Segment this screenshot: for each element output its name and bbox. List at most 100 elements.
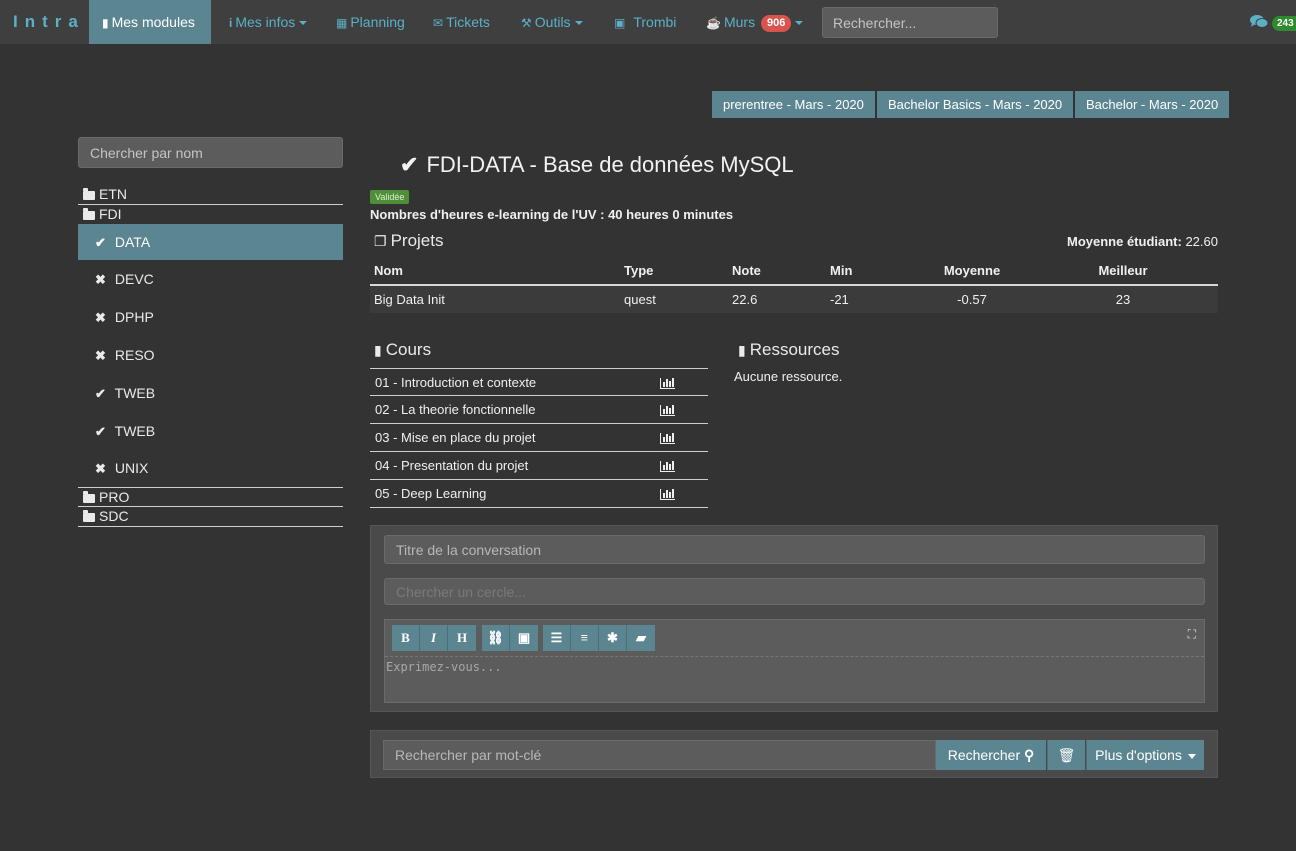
code-button[interactable]: ✱ — [599, 625, 627, 651]
caret-down-icon — [299, 21, 308, 26]
more-options-button[interactable]: Plus d'options — [1086, 740, 1204, 770]
folder-etn[interactable]: ETN — [78, 185, 343, 205]
conversation-title-input[interactable] — [384, 535, 1205, 564]
top-navbar: Intra ▮ Mes modules i Mes infos ▦ Planning … — [0, 0, 1296, 44]
nav-item-mes-infos[interactable]: i Mes infos — [229, 0, 308, 44]
link-button[interactable]: ⛓ — [482, 625, 510, 651]
module-item-tweb[interactable]: ✔ TWEB — [78, 375, 343, 411]
trash-icon: 🗑 — [1057, 747, 1076, 763]
folder-fdi[interactable]: FDI — [78, 205, 343, 225]
module-item-reso[interactable]: ✖ RESO — [78, 337, 343, 373]
caret-down-icon — [795, 21, 804, 26]
semester-button-bachelor[interactable]: Bachelor - Mars - 2020 — [1075, 91, 1230, 118]
cours-list: 01 - Introduction et contexte 02 - La th… — [370, 368, 708, 508]
nav-item-trombi[interactable]: ▣ Trombi — [614, 0, 676, 44]
bar-chart-icon[interactable] — [660, 378, 675, 389]
list-item[interactable]: 01 - Introduction et contexte — [370, 368, 708, 396]
folder-sdc[interactable]: SDC — [78, 507, 343, 527]
folder-pro[interactable]: PRO — [78, 487, 343, 507]
search-icon: ⚲ — [1024, 747, 1035, 763]
project-name[interactable]: Big Data Init — [370, 285, 620, 313]
bug-icon: ✱ — [607, 630, 618, 645]
module-item-data[interactable]: ✔ DATA — [78, 224, 343, 260]
folder-icon — [83, 188, 95, 200]
module-item-dphp[interactable]: ✖ DPHP — [78, 299, 343, 335]
project-moyenne: -0.57 — [916, 285, 1028, 313]
column-header-meilleur[interactable]: Meilleur — [1028, 257, 1218, 286]
italic-button[interactable]: I — [420, 625, 448, 651]
cross-icon: ✖ — [95, 461, 106, 476]
column-header-moyenne[interactable]: Moyenne — [916, 257, 1028, 286]
cross-icon: ✖ — [95, 310, 106, 325]
column-header-nom[interactable]: Nom — [370, 257, 620, 286]
projects-table: Nom Type Note Min Moyenne Meilleur Big D… — [370, 257, 1218, 313]
semester-button-bachelor-basics[interactable]: Bachelor Basics - Mars - 2020 — [877, 91, 1074, 118]
list-item[interactable]: 04 - Presentation du projet — [370, 452, 708, 480]
project-note: 22.6 — [728, 285, 826, 313]
global-search-input[interactable] — [822, 7, 998, 38]
chat-count-badge: 243 — [1272, 16, 1296, 31]
bar-chart-icon[interactable] — [660, 489, 675, 500]
check-icon: ✔ — [95, 386, 106, 401]
keyword-search-input[interactable] — [383, 740, 936, 770]
cross-icon: ✖ — [95, 272, 106, 287]
message-textarea[interactable]: Exprimez-vous... — [385, 656, 1204, 702]
unordered-list-icon: ≡ — [580, 630, 589, 645]
book-icon: ▮ — [738, 342, 746, 358]
quote-button[interactable]: ▰ — [627, 625, 655, 651]
nav-item-tickets[interactable]: ✉ Tickets — [433, 0, 490, 44]
list-item[interactable]: 05 - Deep Learning — [370, 480, 708, 508]
folder-icon — [83, 491, 95, 503]
project-meilleur: 23 — [1028, 285, 1218, 313]
module-search-input[interactable] — [78, 137, 343, 168]
nav-item-outils[interactable]: ⚒ Outils — [521, 0, 583, 44]
bold-button[interactable]: B — [392, 625, 420, 651]
list-item[interactable]: 03 - Mise en place du projet — [370, 424, 708, 452]
nav-item-mes-modules[interactable]: ▮ Mes modules — [89, 0, 211, 44]
brand-logo[interactable]: Intra — [13, 12, 85, 32]
column-header-note[interactable]: Note — [728, 257, 826, 286]
check-icon: ✔ — [95, 235, 106, 250]
bar-chart-icon[interactable] — [660, 433, 675, 444]
envelope-icon: ✉ — [433, 16, 444, 30]
status-badge: Validée — [370, 190, 410, 204]
bar-chart-icon[interactable] — [660, 461, 675, 472]
conversation-panel: B I H ⛓ ▣ ☰ ≡ ✱ ▰ ⛶ Exprimez-vous... — [370, 525, 1218, 712]
chat-icon[interactable] — [1250, 14, 1269, 32]
format-toolbar-blocks: ☰ ≡ ✱ ▰ — [543, 625, 655, 651]
image-icon: ▣ — [517, 630, 531, 645]
folder-icon — [83, 510, 95, 522]
fullscreen-icon[interactable]: ⛶ — [1188, 627, 1196, 642]
ressources-empty-text: Aucune ressource. — [734, 369, 843, 384]
files-icon: ❐ — [374, 233, 387, 249]
nav-item-murs[interactable]: ☕ Murs 906 — [706, 0, 804, 44]
circle-search-input[interactable] — [384, 578, 1205, 605]
student-average: Moyenne étudiant: 22.60 — [1066, 234, 1218, 249]
bar-chart-icon[interactable] — [660, 405, 675, 416]
heading-button[interactable]: H — [448, 625, 476, 651]
column-header-min[interactable]: Min — [826, 257, 916, 286]
info-icon: i — [229, 16, 233, 30]
module-item-unix[interactable]: ✖ UNIX — [78, 450, 343, 486]
elearning-hours: Nombres d'heures e-learning de l'UV : 40… — [370, 207, 734, 222]
nav-item-planning[interactable]: ▦ Planning — [336, 0, 405, 44]
ordered-list-button[interactable]: ☰ — [543, 625, 571, 651]
clear-button[interactable]: 🗑 — [1047, 740, 1085, 770]
cross-icon: ✖ — [95, 348, 106, 363]
format-toolbar-insert: ⛓ ▣ — [482, 625, 538, 651]
unordered-list-button[interactable]: ≡ — [571, 625, 599, 651]
caret-down-icon — [1187, 753, 1196, 759]
picture-icon: ▣ — [614, 16, 626, 30]
search-button[interactable]: Rechercher ⚲ — [936, 740, 1046, 770]
table-row: Big Data Init quest 22.6 -21 -0.57 23 — [370, 285, 1218, 313]
column-header-type[interactable]: Type — [620, 257, 728, 286]
ressources-heading: ▮ Ressources — [738, 340, 840, 359]
image-button[interactable]: ▣ — [510, 625, 538, 651]
semester-button-prerentree[interactable]: prerentree - Mars - 2020 — [712, 91, 875, 118]
murs-count-badge: 906 — [760, 14, 792, 32]
cours-heading: ▮ Cours — [374, 340, 432, 359]
list-item[interactable]: 02 - La theorie fonctionnelle — [370, 396, 708, 424]
book-icon: ▮ — [374, 342, 382, 358]
module-item-tweb[interactable]: ✔ TWEB — [78, 413, 343, 449]
module-item-devc[interactable]: ✖ DEVC — [78, 261, 343, 297]
